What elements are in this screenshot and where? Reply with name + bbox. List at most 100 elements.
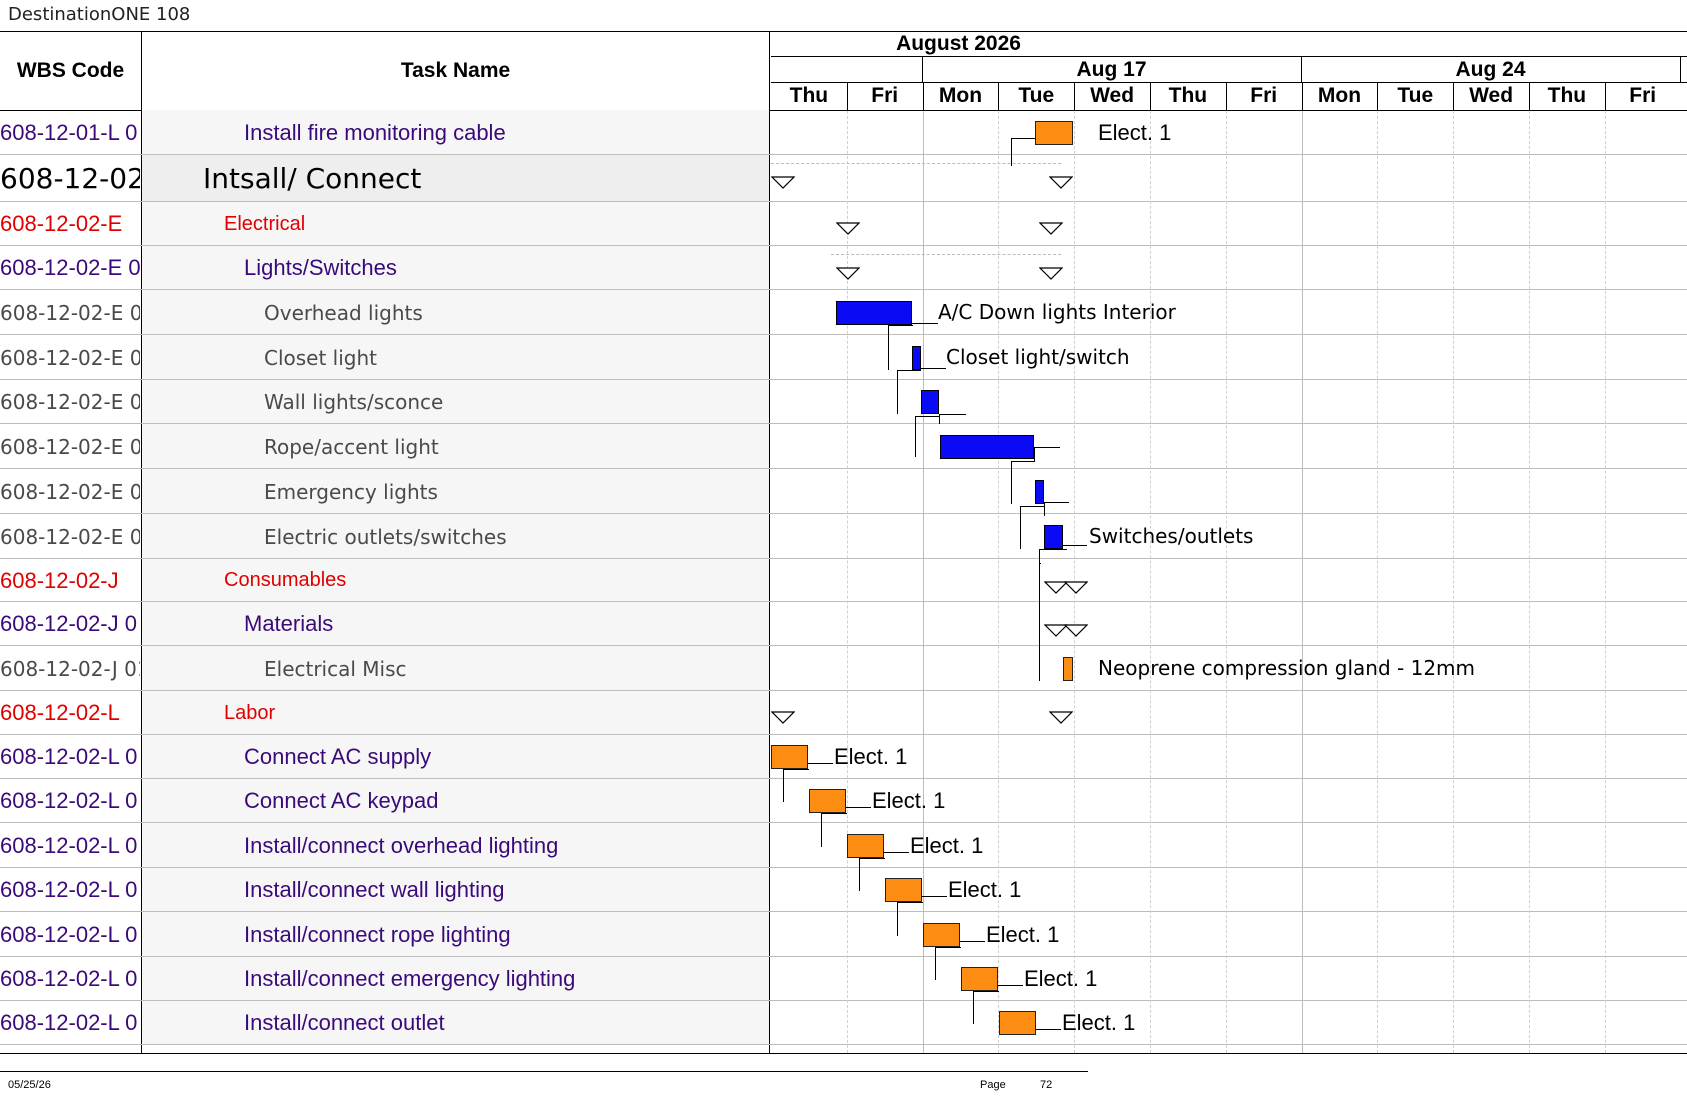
wbs-code: 608-12-02-L 0 xyxy=(0,1010,138,1035)
dependency-link xyxy=(1011,460,1035,504)
wbs-code: 608-12-02 xyxy=(0,162,140,195)
task-bar[interactable] xyxy=(1035,120,1073,145)
task-bar[interactable] xyxy=(836,300,912,325)
wbs-code: 608-12-02-J 0 xyxy=(0,611,137,636)
task-name[interactable]: Install fire monitoring cable xyxy=(142,110,769,155)
label-leader xyxy=(922,896,947,897)
dependency-link xyxy=(973,991,999,1024)
dependency-link xyxy=(888,324,913,370)
wbs-code: 608-12-02-J xyxy=(0,567,119,593)
dependency-link xyxy=(939,414,966,424)
wbs-code: 608-12-01-L 0 xyxy=(0,119,138,145)
wbs-code: 608-12-02-J 01 xyxy=(0,656,140,681)
task-name[interactable]: Wall lights/sconce xyxy=(142,380,769,424)
gantt-gridline xyxy=(1301,111,1303,1053)
summary-span xyxy=(771,162,1061,164)
task-name[interactable]: Install/connect overhead lighting xyxy=(142,823,769,868)
task-name[interactable]: Closet light xyxy=(142,335,769,380)
bar-label: Elect. 1 xyxy=(1098,119,1172,145)
task-bar[interactable] xyxy=(912,345,921,370)
label-leader xyxy=(921,367,946,369)
task-name[interactable]: Overhead lights xyxy=(142,290,769,335)
wbs-code: 608-12-02-E 01 xyxy=(0,300,140,325)
task-bar[interactable] xyxy=(923,922,960,947)
bar-label: Elect. 1 xyxy=(1024,966,1098,991)
task-name[interactable]: Install/connect outlet xyxy=(142,1001,769,1045)
bar-label: Elect. 1 xyxy=(1062,1010,1136,1035)
task-name[interactable]: Install/connect rope lighting xyxy=(142,912,769,957)
task-name[interactable]: Labor xyxy=(142,691,769,735)
label-leader xyxy=(1036,1029,1061,1030)
label-leader xyxy=(1063,544,1087,546)
gantt-gridline xyxy=(1529,111,1530,1053)
task-name[interactable]: Install/connect wall lighting xyxy=(142,868,769,912)
wbs-code: 608-12-02-E xyxy=(0,211,123,236)
bar-label: Elect. 1 xyxy=(910,832,984,858)
gantt-gridline xyxy=(998,111,1000,1053)
dependency-link xyxy=(783,769,809,802)
wbs-column-header[interactable]: WBS Code xyxy=(0,32,141,110)
gantt-gridline xyxy=(1604,111,1606,1053)
bar-label: Elect. 1 xyxy=(834,744,908,769)
task-bar[interactable] xyxy=(961,967,998,991)
gantt-chart-area: Elect. 1 A/C Down lights Interior Closet l… xyxy=(771,32,1687,1053)
label-leader xyxy=(998,985,1023,986)
summary-span xyxy=(831,254,1061,255)
wbs-code: 608-12-02-E 01 xyxy=(0,524,140,549)
wbs-code: 608-12-02-E 01 xyxy=(0,390,140,414)
task-name[interactable]: Rope/accent light xyxy=(142,424,769,469)
task-name[interactable]: Consumables xyxy=(142,559,769,602)
task-bar[interactable] xyxy=(809,789,846,813)
task-bar[interactable] xyxy=(885,878,922,902)
dependency-link xyxy=(1039,562,1041,681)
dependency-link xyxy=(1044,501,1069,516)
gantt-gridline xyxy=(1377,111,1379,1053)
task-name[interactable]: Install/connect emergency lighting xyxy=(142,957,769,1001)
gantt-gridline xyxy=(1225,111,1227,1053)
label-leader xyxy=(808,763,833,764)
print-date: 05/25/26 xyxy=(8,1079,51,1091)
label-leader xyxy=(912,322,938,324)
task-name[interactable]: Electric outlets/switches xyxy=(142,514,769,559)
bar-label: Switches/outlets xyxy=(1089,523,1254,548)
wbs-code: 608-12-02-L 0 xyxy=(0,744,138,769)
task-name[interactable]: Intsall/ Connect xyxy=(142,155,769,202)
task-bar[interactable] xyxy=(847,833,884,858)
wbs-code: 608-12-02-L 0 xyxy=(0,921,138,947)
dependency-link xyxy=(935,946,961,980)
footer-rule xyxy=(0,1071,1088,1072)
label-leader xyxy=(960,940,985,942)
gantt-gridline xyxy=(1150,111,1151,1053)
task-name[interactable]: Connect AC supply xyxy=(142,735,769,779)
dependency-link xyxy=(1039,548,1067,563)
task-bar[interactable] xyxy=(940,434,1034,459)
page-label: Page xyxy=(980,1079,1006,1091)
task-bar[interactable] xyxy=(999,1011,1036,1035)
bar-label: Neoprene compression gland - 12mm xyxy=(1098,655,1476,680)
dependency-link xyxy=(859,857,885,891)
task-bar[interactable] xyxy=(921,390,939,414)
task-bar[interactable] xyxy=(1063,656,1073,681)
wbs-code: 608-12-02-E 01 xyxy=(0,434,140,459)
task-name[interactable]: Lights/Switches xyxy=(142,246,769,290)
bar-label: Elect. 1 xyxy=(986,921,1060,947)
dependency-link xyxy=(821,813,847,847)
task-bar[interactable] xyxy=(771,745,808,769)
bar-label: Closet light/switch xyxy=(946,344,1130,369)
task-name[interactable]: Electrical xyxy=(142,202,769,246)
document-title: DestinationONE 108 xyxy=(8,4,191,25)
task-name[interactable]: Emergency lights xyxy=(142,469,769,514)
task-name[interactable]: Electrical Misc xyxy=(142,646,769,691)
dependency-link xyxy=(897,369,921,414)
dependency-link xyxy=(897,902,923,936)
task-name[interactable]: Connect AC keypad xyxy=(142,779,769,823)
wbs-code: 608-12-02-E 01 xyxy=(0,345,140,370)
label-leader xyxy=(846,807,871,808)
task-bar[interactable] xyxy=(1044,524,1063,549)
task-name[interactable]: Materials xyxy=(142,602,769,646)
task-column-header[interactable]: Task Name xyxy=(142,32,769,110)
bar-label: Elect. 1 xyxy=(948,877,1022,902)
task-bar[interactable] xyxy=(1035,479,1044,504)
page-number: 72 xyxy=(1040,1079,1053,1091)
wbs-code: 608-12-02-E 0 xyxy=(0,255,140,280)
